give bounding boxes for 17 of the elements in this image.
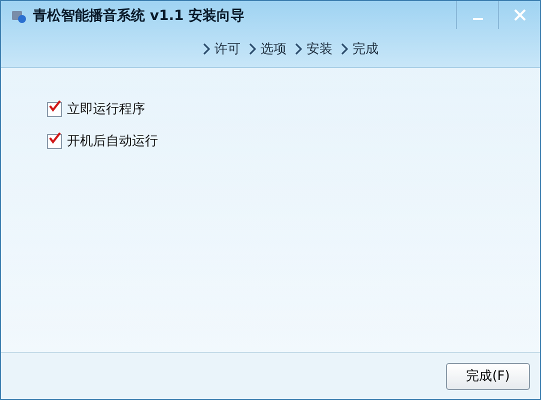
- option-label: 开机后自动运行: [67, 133, 158, 150]
- checkbox[interactable]: [47, 102, 62, 116]
- chevron-icon: [340, 43, 348, 55]
- window-title: 青松智能播音系统 v1.1 安装向导: [33, 7, 245, 25]
- finish-button[interactable]: 完成(F): [446, 362, 530, 390]
- chevron-icon: [294, 43, 302, 55]
- chevron-icon: [248, 43, 256, 55]
- chevron-icon: [202, 43, 210, 55]
- close-icon: [514, 9, 526, 21]
- step-label: 选项: [260, 41, 286, 58]
- checkbox[interactable]: [47, 134, 62, 148]
- option-label: 立即运行程序: [67, 101, 145, 118]
- app-icon: [11, 8, 27, 24]
- step-label: 安装: [306, 41, 332, 58]
- minimize-icon: [472, 18, 482, 20]
- step-label: 许可: [214, 41, 240, 58]
- step-label: 完成: [352, 41, 378, 58]
